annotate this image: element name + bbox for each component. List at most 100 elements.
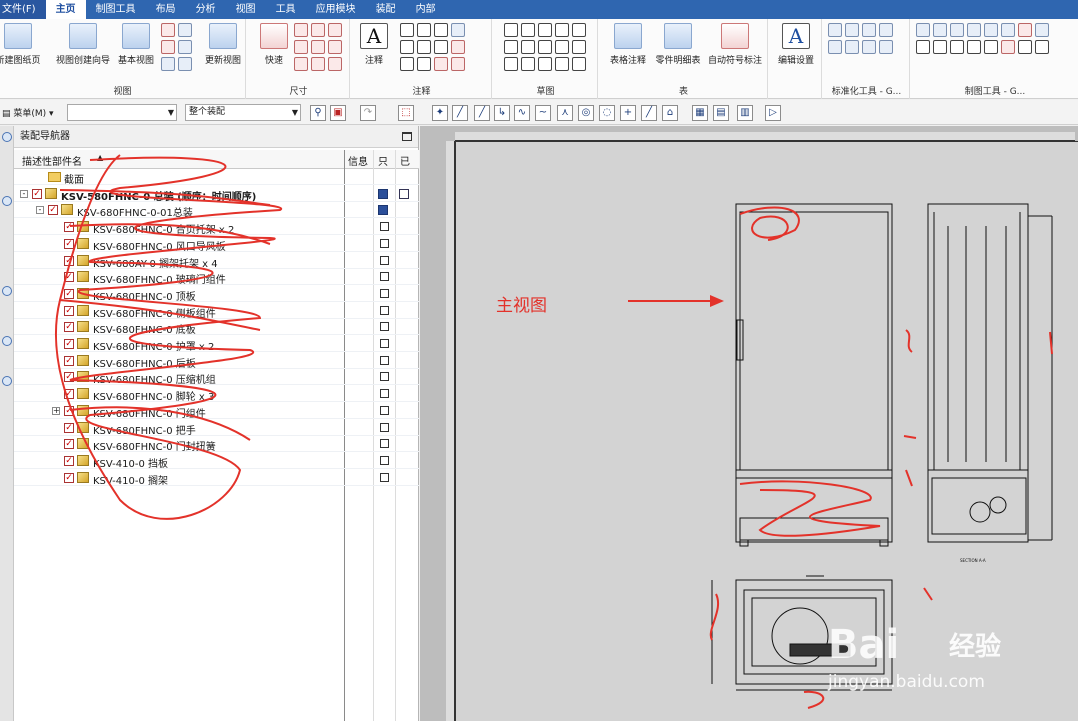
format-painter-icon[interactable]: [451, 57, 465, 71]
sort-up-icon[interactable]: ▲: [97, 153, 103, 162]
dt-12-icon[interactable]: [967, 40, 981, 54]
readonly-checkbox[interactable]: [380, 222, 389, 231]
view-zoom-icon[interactable]: ▤: [713, 105, 729, 121]
readonly-checkbox[interactable]: [380, 473, 389, 482]
snap-quadrant-icon[interactable]: ◌: [599, 105, 615, 121]
tab-drafting-tools[interactable]: 制图工具: [86, 0, 146, 19]
readonly-checkbox[interactable]: [380, 272, 389, 281]
image-icon[interactable]: [417, 57, 431, 71]
polygon-icon[interactable]: [555, 40, 569, 54]
dt-7-icon[interactable]: [1018, 23, 1032, 37]
note-button[interactable]: A 注释: [358, 23, 390, 66]
std-tool-4-icon[interactable]: [879, 23, 893, 37]
col-part-name[interactable]: 描述性部件名: [22, 153, 82, 168]
visibility-checkbox[interactable]: ✓: [64, 322, 74, 332]
auto-balloon-button[interactable]: 自动符号标注: [706, 23, 764, 66]
visibility-checkbox[interactable]: ✓: [64, 222, 74, 232]
dt-13-icon[interactable]: [984, 40, 998, 54]
col-readonly[interactable]: 只: [378, 153, 388, 168]
surface-finish-icon[interactable]: [400, 40, 414, 54]
break-view-icon[interactable]: [178, 40, 192, 54]
centerline-icon[interactable]: [434, 23, 448, 37]
readonly-checkbox[interactable]: [380, 389, 389, 398]
edit-settings-button[interactable]: A 编辑设置: [774, 23, 818, 66]
symbol-icon[interactable]: [400, 57, 414, 71]
tree-row[interactable]: ✓ KSV-680FHNC-0 把手: [14, 420, 419, 437]
visibility-checkbox[interactable]: ✓: [64, 473, 74, 483]
resource-tab-1-icon[interactable]: [2, 132, 12, 142]
snap-midpoint-icon[interactable]: ╱: [474, 105, 490, 121]
detail-view-icon[interactable]: [178, 23, 192, 37]
type-filter-combo[interactable]: ▼: [67, 104, 177, 121]
visibility-checkbox[interactable]: ✓: [32, 189, 42, 199]
line-icon[interactable]: [538, 23, 552, 37]
resource-tab-4-icon[interactable]: [2, 336, 12, 346]
spline-icon[interactable]: [538, 40, 552, 54]
conic-icon[interactable]: [521, 57, 535, 71]
filter-icon[interactable]: ⚲: [310, 105, 326, 121]
dt-2-icon[interactable]: [933, 23, 947, 37]
dt-14-icon[interactable]: [1001, 40, 1015, 54]
visibility-checkbox[interactable]: ✓: [64, 456, 74, 466]
view-fit-icon[interactable]: ▦: [692, 105, 708, 121]
tab-applications[interactable]: 应用模块: [306, 0, 366, 19]
visibility-checkbox[interactable]: ✓: [64, 306, 74, 316]
trim-icon[interactable]: [555, 57, 569, 71]
weld-symbol-icon[interactable]: [417, 40, 431, 54]
perimeter-dim-icon[interactable]: [311, 57, 325, 71]
tree-row[interactable]: ✓ KSV-680FHNC-0 底板: [14, 319, 419, 336]
tab-layout[interactable]: 布局: [146, 0, 186, 19]
tab-home[interactable]: 主页: [45, 0, 86, 19]
std-tool-5-icon[interactable]: [828, 40, 842, 54]
save-icon[interactable]: [378, 205, 388, 215]
tab-view[interactable]: 视图: [226, 0, 266, 19]
tree-row[interactable]: ✓ KSV-680FHNC-0 后板: [14, 353, 419, 370]
visibility-checkbox[interactable]: ✓: [64, 272, 74, 282]
collapse-icon[interactable]: -: [20, 190, 28, 198]
ellipse-icon[interactable]: [504, 57, 518, 71]
visibility-checkbox[interactable]: ✓: [64, 389, 74, 399]
file-menu[interactable]: 文件(F): [0, 0, 46, 19]
readonly-checkbox[interactable]: [380, 339, 389, 348]
visibility-checkbox[interactable]: ✓: [64, 406, 74, 416]
linear-dim-icon[interactable]: [294, 23, 308, 37]
tree-row[interactable]: ✓ KSV-680FHNC-0 风口导风板: [14, 236, 419, 253]
snap-center-icon[interactable]: ◎: [578, 105, 594, 121]
visibility-checkbox[interactable]: ✓: [64, 423, 74, 433]
tree-row[interactable]: ✓ KSV-680FHNC-0 压缩机组: [14, 369, 419, 386]
snap-endpoint-icon[interactable]: ✦: [432, 105, 448, 121]
section-view-icon[interactable]: [161, 40, 175, 54]
update-view-button[interactable]: 更新视图: [200, 23, 246, 66]
box-select-icon[interactable]: ⬚: [398, 105, 414, 121]
maximize-icon[interactable]: [402, 132, 412, 141]
std-tool-8-icon[interactable]: [879, 40, 893, 54]
tree-row[interactable]: ✓ KSV-410-0 搁架: [14, 470, 419, 487]
readonly-checkbox[interactable]: [380, 322, 389, 331]
snap-curve-icon[interactable]: ↳: [494, 105, 510, 121]
projected-view-icon[interactable]: [161, 23, 175, 37]
readonly-checkbox[interactable]: [380, 256, 389, 265]
dt-8-icon[interactable]: [1035, 23, 1049, 37]
dt-10-icon[interactable]: [933, 40, 947, 54]
tree-row[interactable]: - ✓ KSV-680FHNC-0-01总装: [14, 202, 419, 219]
std-tool-3-icon[interactable]: [862, 23, 876, 37]
tab-assembly[interactable]: 装配: [366, 0, 406, 19]
chamfer-dim-icon[interactable]: [294, 40, 308, 54]
view-orient-icon[interactable]: ▷: [765, 105, 781, 121]
scope-combo[interactable]: 整个装配 ▼: [185, 104, 301, 121]
std-tool-7-icon[interactable]: [862, 40, 876, 54]
col-modified[interactable]: 已: [400, 153, 410, 168]
collapse-icon[interactable]: -: [36, 206, 44, 214]
std-tool-2-icon[interactable]: [845, 23, 859, 37]
tree-row[interactable]: - ✓ KSV-580FHNC-0 总装 (顺序：时间顺序): [14, 186, 419, 203]
readonly-checkbox[interactable]: [380, 406, 389, 415]
base-view-button[interactable]: 基本视图: [114, 23, 158, 66]
view-wizard-button[interactable]: 视图创建向导: [52, 23, 114, 66]
snap-spline-icon[interactable]: ~: [535, 105, 551, 121]
tabular-note-button[interactable]: 表格注释: [608, 23, 648, 66]
readonly-checkbox[interactable]: [380, 423, 389, 432]
tab-analysis[interactable]: 分析: [186, 0, 226, 19]
arc-icon[interactable]: [555, 23, 569, 37]
angular-dim-icon[interactable]: [328, 23, 342, 37]
menu-button[interactable]: ▤ 菜单(M) ▾: [2, 106, 54, 119]
